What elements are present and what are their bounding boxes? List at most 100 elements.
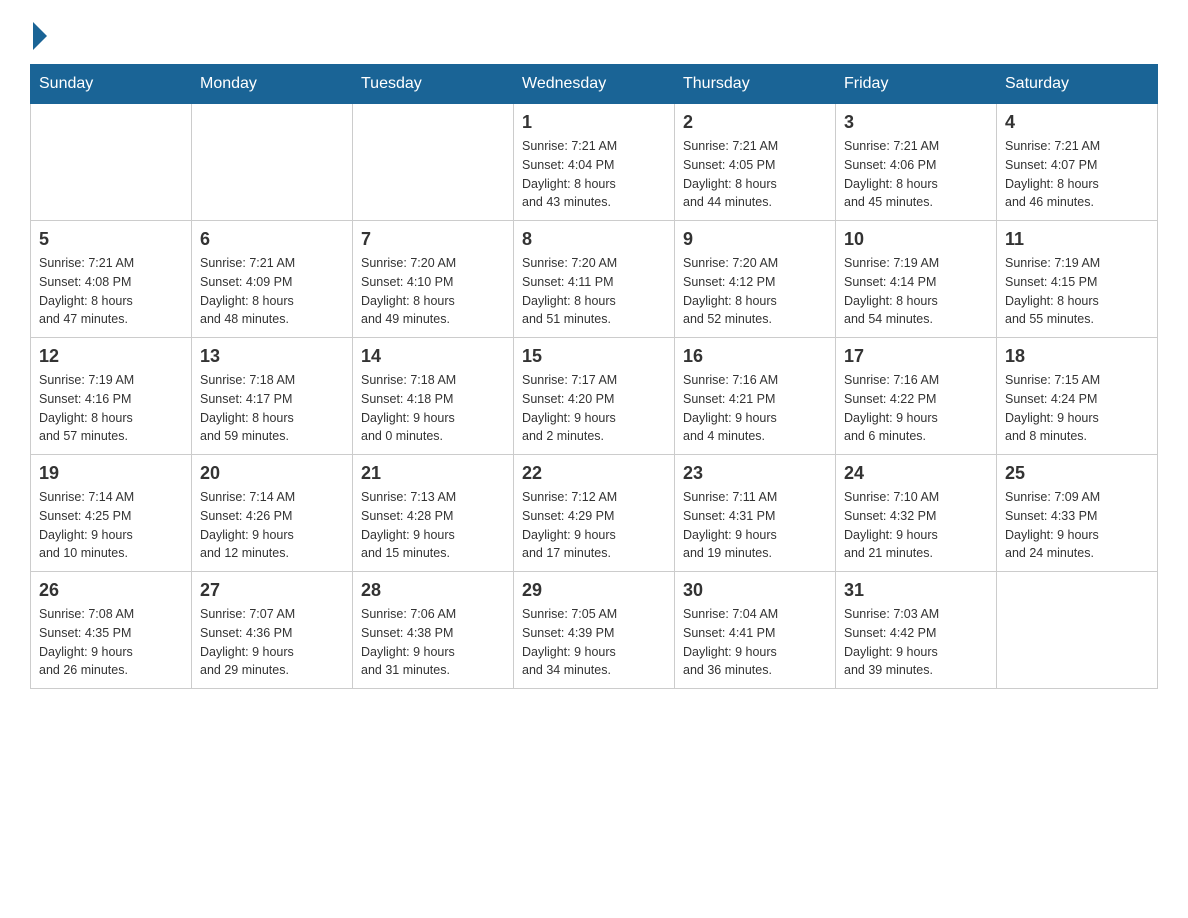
calendar-week-row: 26Sunrise: 7:08 AM Sunset: 4:35 PM Dayli… [31, 572, 1158, 689]
calendar-day-cell: 1 Sunrise: 7:21 AM Sunset: 4:04 PM Daylig… [514, 104, 675, 221]
day-info: Sunrise: 7:15 AM Sunset: 4:24 PM Dayligh… [1005, 371, 1149, 446]
calendar-day-cell: 20Sunrise: 7:14 AM Sunset: 4:26 PM Dayli… [192, 455, 353, 572]
day-info: Sunrise: 7:21 AM Sunset: 4:08 PM Dayligh… [39, 254, 183, 329]
calendar-day-cell: 14Sunrise: 7:18 AM Sunset: 4:18 PM Dayli… [353, 338, 514, 455]
calendar-day-cell: 9 Sunrise: 7:20 AM Sunset: 4:12 PM Daylig… [675, 221, 836, 338]
day-number: 19 [39, 463, 183, 484]
day-info: Sunrise: 7:20 AM Sunset: 4:12 PM Dayligh… [683, 254, 827, 329]
calendar-day-cell: 12Sunrise: 7:19 AM Sunset: 4:16 PM Dayli… [31, 338, 192, 455]
day-info: Sunrise: 7:11 AM Sunset: 4:31 PM Dayligh… [683, 488, 827, 563]
day-info: Sunrise: 7:19 AM Sunset: 4:14 PM Dayligh… [844, 254, 988, 329]
day-info: Sunrise: 7:18 AM Sunset: 4:18 PM Dayligh… [361, 371, 505, 446]
calendar-day-cell: 30 Sunrise: 7:04 AM Sunset: 4:41 PM Dayli… [675, 572, 836, 689]
day-info: Sunrise: 7:07 AM Sunset: 4:36 PM Dayligh… [200, 605, 344, 680]
calendar-week-row: 19 Sunrise: 7:14 AM Sunset: 4:25 PM Dayli… [31, 455, 1158, 572]
day-info: Sunrise: 7:14 AM Sunset: 4:26 PM Dayligh… [200, 488, 344, 563]
day-info: Sunrise: 7:05 AM Sunset: 4:39 PM Dayligh… [522, 605, 666, 680]
day-info: Sunrise: 7:06 AM Sunset: 4:38 PM Dayligh… [361, 605, 505, 680]
logo-arrow-icon [33, 22, 47, 50]
calendar-day-cell: 23 Sunrise: 7:11 AM Sunset: 4:31 PM Dayli… [675, 455, 836, 572]
calendar-header-row: SundayMondayTuesdayWednesdayThursdayFrid… [31, 65, 1158, 104]
calendar-day-cell: 18Sunrise: 7:15 AM Sunset: 4:24 PM Dayli… [997, 338, 1158, 455]
day-number: 6 [200, 229, 344, 250]
calendar-day-cell [31, 104, 192, 221]
day-info: Sunrise: 7:21 AM Sunset: 4:09 PM Dayligh… [200, 254, 344, 329]
day-number: 12 [39, 346, 183, 367]
day-number: 8 [522, 229, 666, 250]
day-header-thursday: Thursday [675, 65, 836, 104]
day-number: 5 [39, 229, 183, 250]
day-number: 7 [361, 229, 505, 250]
calendar-day-cell [997, 572, 1158, 689]
day-info: Sunrise: 7:14 AM Sunset: 4:25 PM Dayligh… [39, 488, 183, 563]
calendar-day-cell [353, 104, 514, 221]
day-info: Sunrise: 7:19 AM Sunset: 4:15 PM Dayligh… [1005, 254, 1149, 329]
day-header-monday: Monday [192, 65, 353, 104]
calendar-day-cell: 19 Sunrise: 7:14 AM Sunset: 4:25 PM Dayli… [31, 455, 192, 572]
day-number: 10 [844, 229, 988, 250]
day-number: 11 [1005, 229, 1149, 250]
day-number: 2 [683, 112, 827, 133]
day-number: 17 [844, 346, 988, 367]
day-number: 4 [1005, 112, 1149, 133]
day-info: Sunrise: 7:12 AM Sunset: 4:29 PM Dayligh… [522, 488, 666, 563]
logo [30, 20, 47, 44]
day-info: Sunrise: 7:21 AM Sunset: 4:04 PM Dayligh… [522, 137, 666, 212]
day-info: Sunrise: 7:10 AM Sunset: 4:32 PM Dayligh… [844, 488, 988, 563]
calendar-day-cell: 28 Sunrise: 7:06 AM Sunset: 4:38 PM Dayli… [353, 572, 514, 689]
calendar-day-cell: 16Sunrise: 7:16 AM Sunset: 4:21 PM Dayli… [675, 338, 836, 455]
day-number: 9 [683, 229, 827, 250]
calendar-day-cell: 24 Sunrise: 7:10 AM Sunset: 4:32 PM Dayli… [836, 455, 997, 572]
calendar-day-cell: 13 Sunrise: 7:18 AM Sunset: 4:17 PM Dayli… [192, 338, 353, 455]
day-info: Sunrise: 7:13 AM Sunset: 4:28 PM Dayligh… [361, 488, 505, 563]
day-info: Sunrise: 7:03 AM Sunset: 4:42 PM Dayligh… [844, 605, 988, 680]
day-info: Sunrise: 7:08 AM Sunset: 4:35 PM Dayligh… [39, 605, 183, 680]
day-header-friday: Friday [836, 65, 997, 104]
day-number: 3 [844, 112, 988, 133]
calendar-day-cell [192, 104, 353, 221]
calendar-day-cell: 21Sunrise: 7:13 AM Sunset: 4:28 PM Dayli… [353, 455, 514, 572]
calendar-day-cell: 17Sunrise: 7:16 AM Sunset: 4:22 PM Dayli… [836, 338, 997, 455]
calendar-day-cell: 26Sunrise: 7:08 AM Sunset: 4:35 PM Dayli… [31, 572, 192, 689]
day-number: 1 [522, 112, 666, 133]
day-info: Sunrise: 7:20 AM Sunset: 4:11 PM Dayligh… [522, 254, 666, 329]
day-number: 31 [844, 580, 988, 601]
day-header-sunday: Sunday [31, 65, 192, 104]
day-info: Sunrise: 7:21 AM Sunset: 4:06 PM Dayligh… [844, 137, 988, 212]
calendar-day-cell: 27 Sunrise: 7:07 AM Sunset: 4:36 PM Dayli… [192, 572, 353, 689]
calendar-day-cell: 15 Sunrise: 7:17 AM Sunset: 4:20 PM Dayli… [514, 338, 675, 455]
day-number: 24 [844, 463, 988, 484]
calendar-day-cell: 5 Sunrise: 7:21 AM Sunset: 4:08 PM Daylig… [31, 221, 192, 338]
day-number: 23 [683, 463, 827, 484]
day-number: 15 [522, 346, 666, 367]
calendar-week-row: 5 Sunrise: 7:21 AM Sunset: 4:08 PM Daylig… [31, 221, 1158, 338]
calendar-day-cell: 2 Sunrise: 7:21 AM Sunset: 4:05 PM Daylig… [675, 104, 836, 221]
calendar-week-row: 12Sunrise: 7:19 AM Sunset: 4:16 PM Dayli… [31, 338, 1158, 455]
day-info: Sunrise: 7:18 AM Sunset: 4:17 PM Dayligh… [200, 371, 344, 446]
calendar-day-cell: 29 Sunrise: 7:05 AM Sunset: 4:39 PM Dayli… [514, 572, 675, 689]
calendar-day-cell: 31 Sunrise: 7:03 AM Sunset: 4:42 PM Dayli… [836, 572, 997, 689]
day-number: 25 [1005, 463, 1149, 484]
calendar-day-cell: 10 Sunrise: 7:19 AM Sunset: 4:14 PM Dayli… [836, 221, 997, 338]
page-header [30, 20, 1158, 44]
day-header-tuesday: Tuesday [353, 65, 514, 104]
day-number: 29 [522, 580, 666, 601]
calendar-day-cell: 25 Sunrise: 7:09 AM Sunset: 4:33 PM Dayli… [997, 455, 1158, 572]
day-number: 28 [361, 580, 505, 601]
day-number: 13 [200, 346, 344, 367]
day-info: Sunrise: 7:04 AM Sunset: 4:41 PM Dayligh… [683, 605, 827, 680]
day-header-wednesday: Wednesday [514, 65, 675, 104]
day-number: 22 [522, 463, 666, 484]
day-info: Sunrise: 7:09 AM Sunset: 4:33 PM Dayligh… [1005, 488, 1149, 563]
calendar-day-cell: 4Sunrise: 7:21 AM Sunset: 4:07 PM Daylig… [997, 104, 1158, 221]
calendar-day-cell: 6 Sunrise: 7:21 AM Sunset: 4:09 PM Daylig… [192, 221, 353, 338]
calendar-day-cell: 3 Sunrise: 7:21 AM Sunset: 4:06 PM Daylig… [836, 104, 997, 221]
calendar-day-cell: 11 Sunrise: 7:19 AM Sunset: 4:15 PM Dayli… [997, 221, 1158, 338]
day-header-saturday: Saturday [997, 65, 1158, 104]
day-number: 30 [683, 580, 827, 601]
day-info: Sunrise: 7:17 AM Sunset: 4:20 PM Dayligh… [522, 371, 666, 446]
calendar-day-cell: 7Sunrise: 7:20 AM Sunset: 4:10 PM Daylig… [353, 221, 514, 338]
day-number: 27 [200, 580, 344, 601]
day-number: 16 [683, 346, 827, 367]
day-info: Sunrise: 7:21 AM Sunset: 4:05 PM Dayligh… [683, 137, 827, 212]
